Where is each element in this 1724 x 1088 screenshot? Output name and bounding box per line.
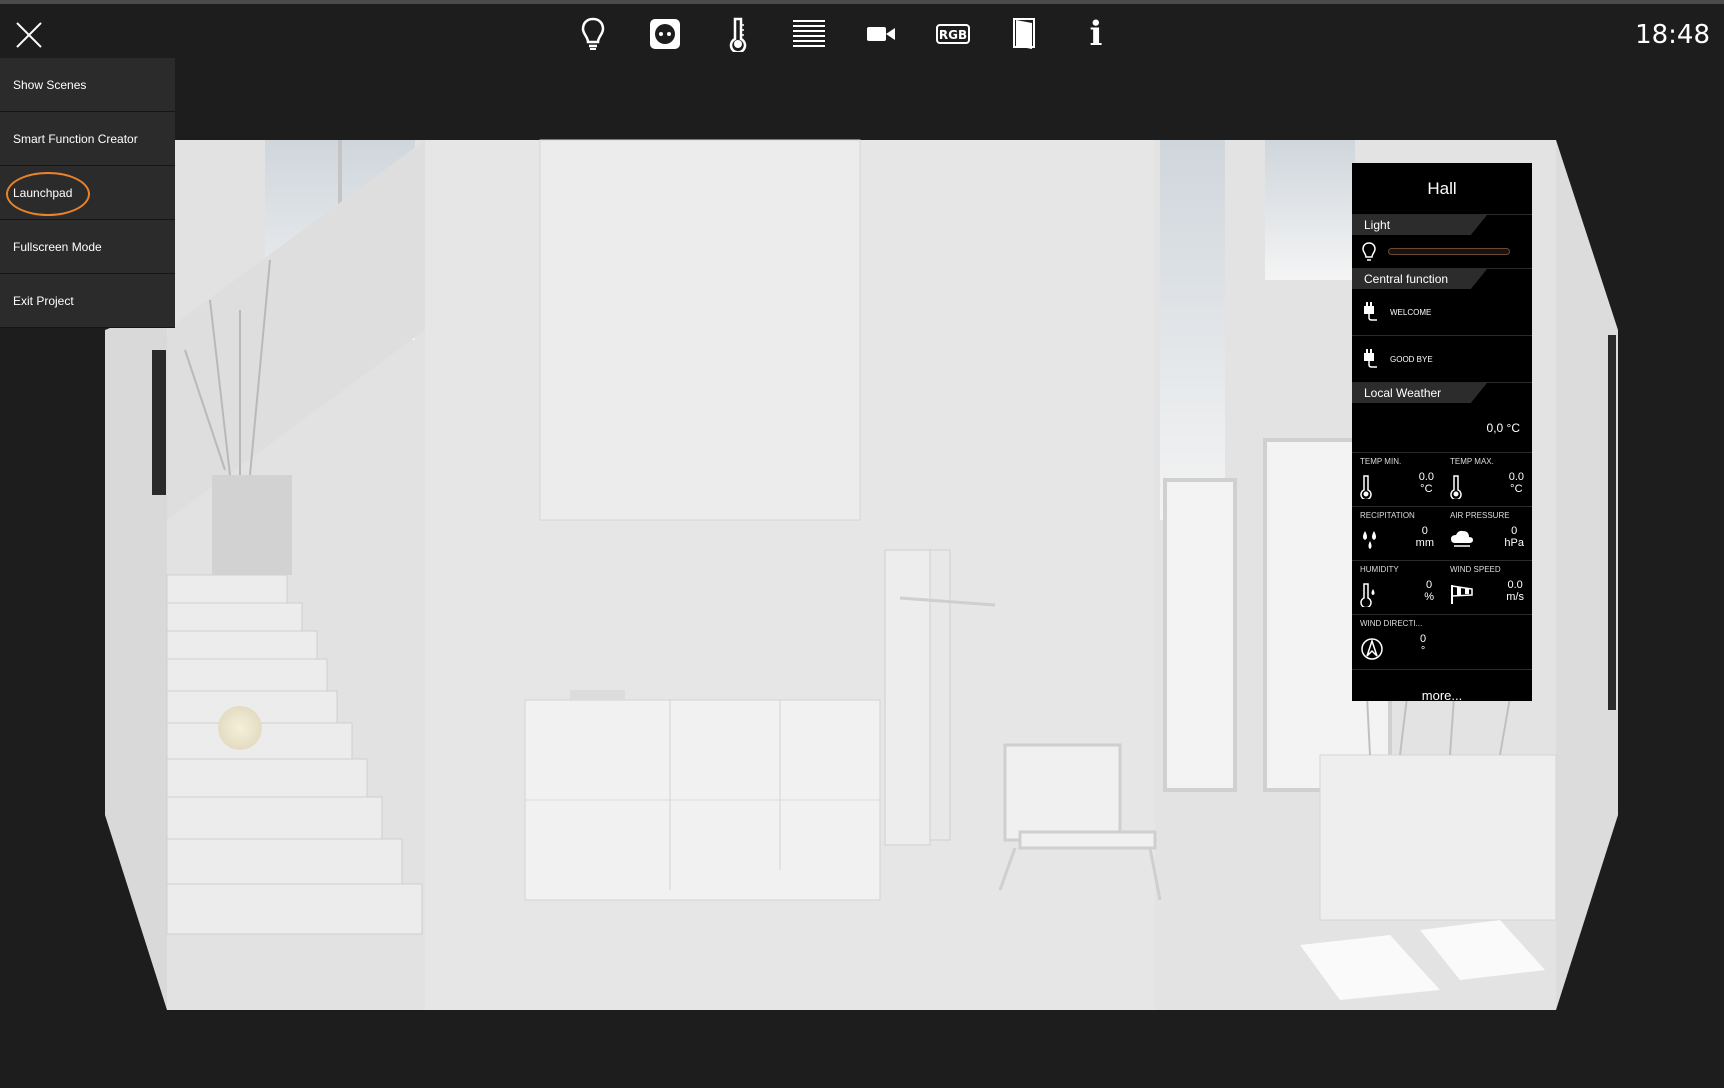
raindrops-icon [1363,531,1376,549]
precipitation-value: 0 [1421,525,1428,537]
highlight-circle [6,172,90,216]
plug-icon [1364,302,1377,321]
close-icon[interactable] [14,20,44,50]
wind-speed-cell: WIND SPEED 0.0 m/s [1442,561,1532,615]
section-local-weather: Local Weather [1352,383,1487,403]
air-pressure-value: 0 [1511,525,1518,537]
temp-min-cell: TEMP MIN. 0.0 °C [1352,453,1442,507]
humidity-label: HUMIDITY [1360,565,1399,574]
thermometer-icon [1450,475,1462,499]
menu-fullscreen-mode[interactable]: Fullscreen Mode [0,220,175,274]
room-title: Hall [1352,163,1532,215]
temp-min-label: TEMP MIN. [1360,457,1402,466]
temp-min-value: 0.0 [1418,471,1434,483]
menu-item-label: Smart Function Creator [13,131,138,146]
door-icon[interactable] [1011,14,1037,54]
temp-max-label: TEMP MAX. [1450,457,1494,466]
precipitation-unit: mm [1415,537,1434,549]
room-control-panel: Hall Light Central function WELCOME GOOD… [1352,163,1532,703]
light-bulb-icon[interactable] [578,14,608,54]
menu-item-label: Show Scenes [13,77,87,92]
compass-icon [1361,638,1383,660]
humidity-value: 0 [1426,579,1433,591]
temp-max-unit: °C [1510,483,1523,495]
menu-item-label: Fullscreen Mode [13,239,102,254]
empty-cell [1442,615,1532,669]
menu-show-scenes[interactable]: Show Scenes [0,58,175,112]
precipitation-label: RECIPITATION [1360,511,1415,520]
light-bulb-icon[interactable] [1362,241,1376,262]
more-link[interactable]: more... [1352,670,1532,720]
thermometer-icon [1360,475,1372,499]
rgb-label: RGB [939,28,967,42]
wind-speed-label: WIND SPEED [1450,565,1501,574]
clock: 18:48 [1635,20,1710,50]
wind-speed-unit: m/s [1506,591,1524,603]
air-pressure-label: AIR PRESSURE [1450,511,1510,520]
wind-direction-label: WIND DIRECTI... [1360,619,1423,628]
menu-launchpad[interactable]: Launchpad [0,166,175,220]
cloud-icon [1451,530,1473,547]
humidity-unit: % [1424,591,1434,603]
side-menu: Show Scenes Smart Function Creator Launc… [0,58,175,328]
weather-grid: TEMP MIN. 0.0 °C TEMP MAX. 0.0 °C RECIPITA… [1352,453,1532,670]
humidity-cell: HUMIDITY 0% [1352,561,1442,615]
welcome-row[interactable]: WELCOME [1352,289,1532,336]
wind-direction-unit: ° [1420,645,1426,657]
menu-exit-project[interactable]: Exit Project [0,274,175,328]
light-dimmer-slider[interactable] [1388,248,1510,255]
section-central-function: Central function [1352,269,1487,289]
plug-icon [1364,349,1377,368]
wind-speed-value: 0.0 [1507,579,1523,591]
menu-smart-function-creator[interactable]: Smart Function Creator [0,112,175,166]
welcome-label: WELCOME [1390,307,1432,317]
goodbye-row[interactable]: GOOD BYE [1352,336,1532,383]
section-light: Light [1352,215,1487,235]
menu-item-label: Exit Project [13,293,74,308]
current-temperature: 0,0 °C [1352,403,1532,453]
rgb-icon[interactable]: RGB [936,14,970,54]
top-toolbar: RGB i 18:48 [0,4,1724,58]
light-row [1352,235,1532,269]
camera-icon[interactable] [866,14,896,54]
air-pressure-cell: AIR PRESSURE 0 hPa [1442,507,1532,561]
air-pressure-unit: hPa [1504,537,1524,549]
goodbye-label: GOOD BYE [1390,354,1433,364]
wind-direction-value: 0 [1420,633,1427,645]
precipitation-cell: RECIPITATION 0 mm [1352,507,1442,561]
socket-icon[interactable] [648,14,682,54]
humidity-icon [1360,583,1375,607]
windsock-icon [1451,585,1473,604]
info-icon[interactable]: i [1086,14,1106,54]
thermometer-icon[interactable] [728,14,748,54]
wind-direction-cell: WIND DIRECTI... 0 ° [1352,615,1442,669]
temp-min-unit: °C [1420,483,1433,495]
blinds-icon[interactable] [792,14,826,54]
temp-max-cell: TEMP MAX. 0.0 °C [1442,453,1532,507]
temp-max-value: 0.0 [1508,471,1524,483]
